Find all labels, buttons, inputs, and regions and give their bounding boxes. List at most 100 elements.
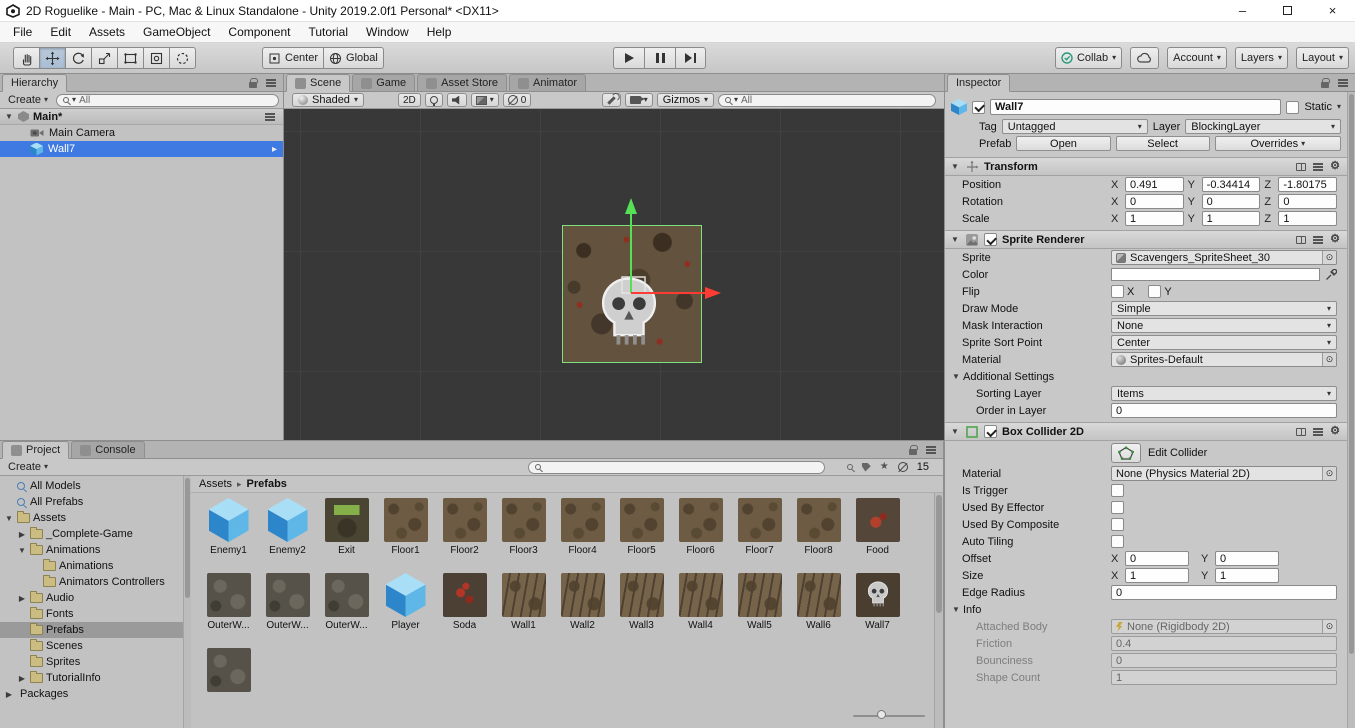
- asset-floor7[interactable]: Floor7: [730, 498, 789, 571]
- position-y-field[interactable]: -0.34414: [1201, 177, 1261, 192]
- rotation-z-field[interactable]: 0: [1278, 194, 1338, 209]
- foldout-arrow[interactable]: ▶: [17, 594, 27, 603]
- effects-dropdown[interactable]: ▾: [470, 93, 499, 107]
- size-y-field[interactable]: 1: [1215, 568, 1279, 583]
- scene-search-input[interactable]: ▾ All: [718, 93, 936, 107]
- menu-gameobject[interactable]: GameObject: [134, 22, 219, 42]
- tree-item-assets[interactable]: ▼ Assets: [0, 510, 183, 526]
- presets-icon[interactable]: [1313, 165, 1324, 168]
- minimize-button[interactable]: –: [1220, 0, 1265, 21]
- help-icon[interactable]: [1296, 427, 1307, 436]
- foldout-arrow[interactable]: ▼: [950, 427, 960, 436]
- foldout-arrow[interactable]: ▼: [950, 235, 960, 244]
- inspector-scrollbar[interactable]: [1347, 92, 1355, 728]
- asset-soda[interactable]: Soda: [435, 573, 494, 646]
- static-dropdown-icon[interactable]: ▾: [1337, 103, 1341, 111]
- flip-x-checkbox[interactable]: [1111, 285, 1124, 298]
- asset-wall3[interactable]: Wall3: [612, 573, 671, 646]
- offset-x-field[interactable]: 0: [1125, 551, 1189, 566]
- menu-tutorial[interactable]: Tutorial: [299, 22, 357, 42]
- prefab-overrides-dropdown[interactable]: Overrides ▾: [1214, 136, 1341, 151]
- order-in-layer-field[interactable]: 0: [1111, 403, 1337, 418]
- asset-enemy1[interactable]: Enemy1: [199, 498, 258, 571]
- active-checkbox[interactable]: [972, 100, 985, 114]
- draw-mode-dropdown[interactable]: Simple ▾: [1111, 301, 1337, 316]
- tab-console[interactable]: Console: [71, 441, 145, 458]
- tree-item-complete-game[interactable]: ▶ _Complete-Game: [0, 526, 183, 542]
- asset-wall1[interactable]: Wall1: [494, 573, 553, 646]
- foldout-arrow[interactable]: ▶: [17, 530, 27, 539]
- prefab-open-button[interactable]: Open: [1016, 136, 1111, 151]
- asset-floor2[interactable]: Floor2: [435, 498, 494, 571]
- asset-floor3[interactable]: Floor3: [494, 498, 553, 571]
- hierarchy-create-dropdown[interactable]: Create ▾: [4, 94, 52, 106]
- rect-tool-button[interactable]: [117, 47, 143, 69]
- gizmo-x-arrowhead[interactable]: [705, 287, 721, 299]
- tree-item-tutorialinfo[interactable]: ▶ TutorialInfo: [0, 670, 183, 686]
- object-picker-icon[interactable]: ⊙: [1322, 353, 1336, 366]
- tree-item-animations[interactable]: ▼ Animations: [0, 542, 183, 558]
- rotate-tool-button[interactable]: [65, 47, 91, 69]
- foldout-arrow[interactable]: ▼: [950, 162, 960, 171]
- audio-toggle[interactable]: [446, 93, 467, 107]
- asset-floor4[interactable]: Floor4: [553, 498, 612, 571]
- tab-animator[interactable]: Animator: [509, 74, 587, 91]
- pivot-toggle-button[interactable]: Center: [262, 47, 324, 69]
- scale-tool-button[interactable]: [91, 47, 117, 69]
- asset-enemy2[interactable]: Enemy2: [258, 498, 317, 571]
- asset-outerw[interactable]: OuterW...: [258, 573, 317, 646]
- lighting-toggle[interactable]: [424, 93, 443, 107]
- asset-wall7[interactable]: Wall7: [848, 573, 907, 646]
- tree-scrollbar[interactable]: [183, 476, 191, 728]
- lock-icon[interactable]: [1321, 78, 1330, 88]
- help-icon[interactable]: [1296, 235, 1307, 244]
- presets-icon[interactable]: [1313, 430, 1324, 433]
- project-search-input[interactable]: [527, 460, 825, 474]
- close-button[interactable]: ×: [1310, 0, 1355, 21]
- prefab-open-arrow[interactable]: ▸: [272, 144, 277, 155]
- foldout-arrow[interactable]: ▼: [17, 546, 27, 555]
- favorites-star-icon[interactable]: ★: [880, 462, 889, 472]
- panel-menu-icon[interactable]: [266, 82, 276, 84]
- tree-item-packages[interactable]: ▶ Packages: [0, 686, 183, 702]
- hierarchy-item-wall7[interactable]: Wall7 ▸: [0, 141, 283, 157]
- tab-asset-store[interactable]: Asset Store: [417, 74, 508, 91]
- gear-icon[interactable]: ⚙: [1330, 161, 1340, 172]
- gameobject-name-field[interactable]: Wall7: [990, 99, 1282, 115]
- position-z-field[interactable]: -1.80175: [1278, 177, 1338, 192]
- tree-item-fonts[interactable]: Fonts: [0, 606, 183, 622]
- camera-settings-dropdown[interactable]: ▾: [624, 93, 653, 107]
- sprite-renderer-header[interactable]: ▼ Sprite Renderer ⚙: [945, 230, 1347, 249]
- asset-exit[interactable]: Exit: [317, 498, 376, 571]
- asset-item[interactable]: [199, 648, 258, 721]
- breadcrumb-assets[interactable]: Assets: [199, 478, 232, 490]
- slider-knob[interactable]: [877, 710, 886, 719]
- material-object-field[interactable]: Sprites-Default ⊙: [1111, 352, 1337, 367]
- tree-item-sprites[interactable]: Sprites: [0, 654, 183, 670]
- static-checkbox[interactable]: [1286, 100, 1300, 114]
- tree-item-animations[interactable]: Animations: [0, 558, 183, 574]
- used-by-effector-checkbox[interactable]: [1111, 501, 1124, 514]
- tree-item-animators-controllers[interactable]: Animators Controllers: [0, 574, 183, 590]
- sprite-sort-point-dropdown[interactable]: Center ▾: [1111, 335, 1337, 350]
- selected-sprite-bounds[interactable]: [562, 225, 702, 363]
- search-by-label-icon[interactable]: [861, 462, 871, 472]
- panel-menu-icon[interactable]: [926, 449, 936, 451]
- additional-settings-foldout[interactable]: ▼ Additional Settings: [945, 368, 1347, 385]
- is-trigger-checkbox[interactable]: [1111, 484, 1124, 497]
- foldout-arrow[interactable]: ▶: [4, 690, 14, 699]
- hierarchy-item-main-camera[interactable]: Main Camera: [0, 125, 283, 141]
- box-collider-header[interactable]: ▼ Box Collider 2D ⚙: [945, 422, 1347, 441]
- asset-wall5[interactable]: Wall5: [730, 573, 789, 646]
- physics-material-field[interactable]: None (Physics Material 2D) ⊙: [1111, 466, 1337, 481]
- lock-icon[interactable]: [909, 445, 918, 455]
- tree-item-all-models[interactable]: All Models: [0, 478, 183, 494]
- space-toggle-button[interactable]: Global: [323, 47, 384, 69]
- content-scrollbar[interactable]: [934, 493, 943, 728]
- panel-menu-icon[interactable]: [1338, 82, 1348, 84]
- edit-collider-button[interactable]: [1111, 443, 1141, 463]
- scale-y-field[interactable]: 1: [1201, 211, 1261, 226]
- mask-interaction-dropdown[interactable]: None ▾: [1111, 318, 1337, 333]
- menu-window[interactable]: Window: [357, 22, 418, 42]
- play-button[interactable]: [613, 47, 644, 69]
